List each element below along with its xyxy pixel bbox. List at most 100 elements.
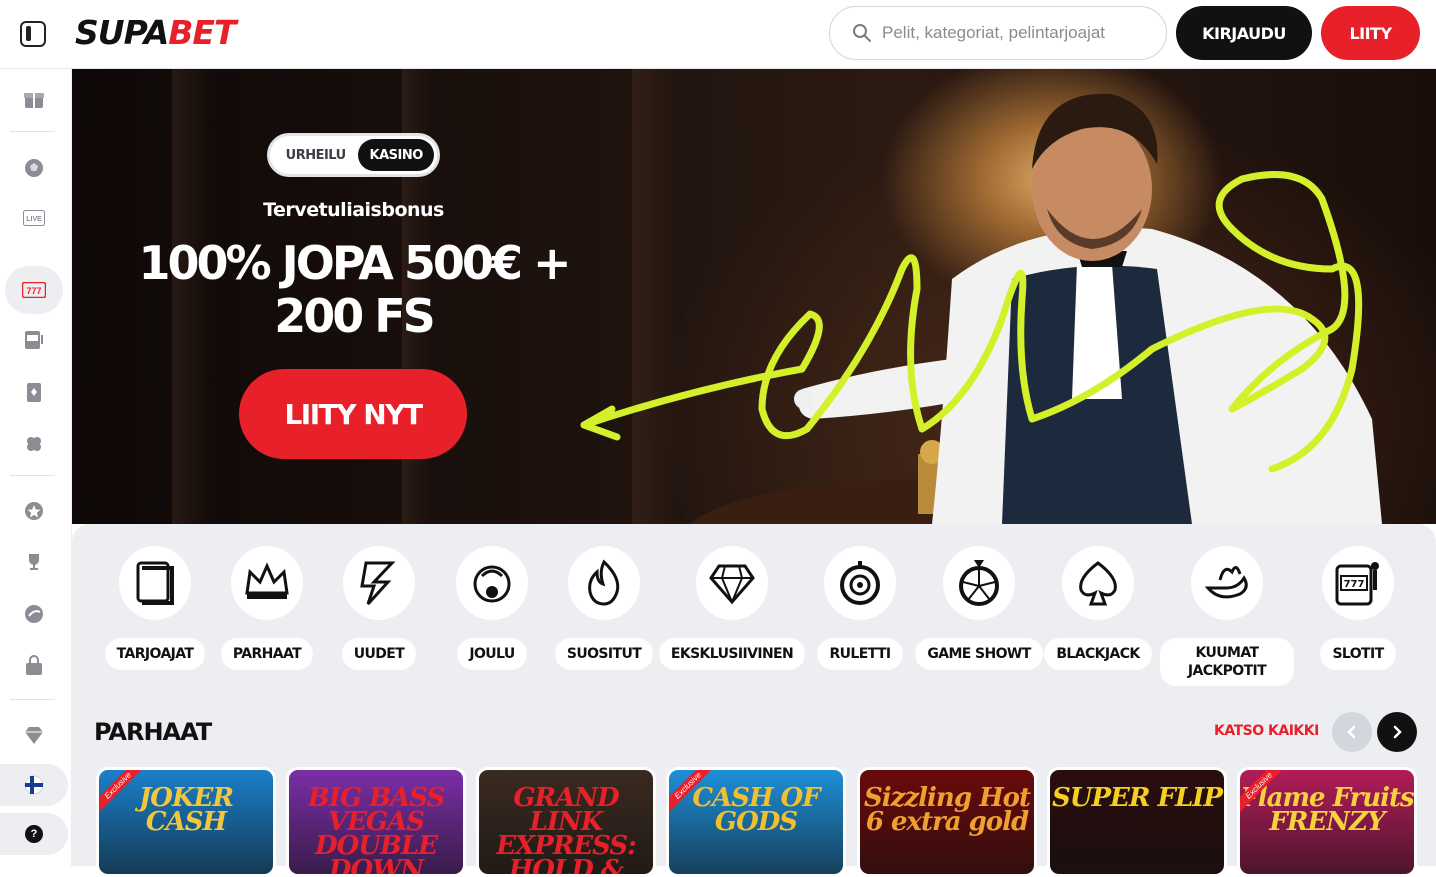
game-title: GRAND LINK EXPRESS: HOLD & WIN [496, 783, 637, 877]
category-blackjack[interactable]: BLACKJACK [1044, 546, 1152, 670]
category-label: KUUMAT JACKPOTIT [1160, 638, 1294, 686]
gift-icon [24, 93, 44, 108]
category-label: PARHAAT [220, 638, 314, 670]
slot-machine-icon [25, 331, 43, 349]
search-icon [853, 24, 871, 42]
game-title: JOKER CASH [139, 783, 234, 837]
sport-casino-toggle[interactable]: URHEILU KASINO [267, 133, 440, 177]
game-tile[interactable]: JOKER CASH Exclusive [96, 767, 276, 877]
logo-text-bet: BET [168, 13, 236, 52]
bonus-headline: 100% JOPA 500€ + 200 FS [122, 237, 585, 343]
crown-icon [245, 562, 289, 599]
toggle-casino[interactable]: KASINO [358, 139, 434, 171]
category-game-shows[interactable]: GAME SHOWT [915, 546, 1043, 670]
finland-flag-icon [24, 775, 44, 795]
flame-icon [588, 559, 620, 606]
bonus-line-1: 100% JOPA 500€ + [138, 236, 571, 290]
chevron-right-icon [1393, 725, 1402, 739]
carousel-prev-button[interactable] [1332, 712, 1372, 752]
category-label: SUOSITUT [554, 638, 654, 670]
soccer-ball-icon [25, 159, 43, 177]
join-now-button[interactable]: LIITY NYT [239, 369, 467, 459]
category-label: RULETTI [817, 638, 903, 670]
game-tile[interactable]: Flame Fruits FRENZY Exclusive [1237, 767, 1417, 877]
svg-text:777: 777 [26, 286, 41, 296]
category-new[interactable]: UUDET [334, 546, 424, 670]
category-providers[interactable]: TARJOAJAT [104, 546, 206, 670]
slot-machine-icon: 777 [1335, 562, 1379, 606]
category-hot-jackpots[interactable]: KUUMAT JACKPOTIT [1160, 546, 1294, 686]
sidebar-item-promotions[interactable] [5, 76, 63, 122]
category-label: BLACKJACK [1044, 638, 1152, 670]
bonus-line-2: 200 FS [274, 289, 436, 343]
category-christmas[interactable]: JOULU [447, 546, 537, 670]
playing-card-icon [27, 383, 41, 402]
book-icon [136, 561, 174, 605]
sidebar-item-vip[interactable] [5, 712, 63, 758]
game-tile[interactable]: SUPER FLIP [1047, 767, 1227, 877]
category-label: EKSKLUSIIVINEN [658, 638, 806, 670]
search-input[interactable] [882, 23, 1162, 43]
category-exclusive[interactable]: EKSKLUSIIVINEN [658, 546, 806, 670]
category-label: UUDET [341, 638, 417, 670]
logo-text-supa: SUPA [75, 13, 169, 52]
sidebar-item-rewards[interactable] [5, 591, 63, 637]
lightning-icon [360, 561, 396, 606]
sidebar-item-favorites[interactable] [5, 488, 63, 534]
game-tile[interactable]: GRAND LINK EXPRESS: HOLD & WIN [476, 767, 656, 877]
promo-icon [25, 605, 43, 623]
svg-text:LIVE: LIVE [26, 216, 42, 223]
live-icon: LIVE [23, 210, 45, 226]
category-roulette[interactable]: RULETTI [814, 546, 906, 670]
see-all-link[interactable]: KATSO KAIKKI [1214, 723, 1319, 739]
category-label: SLOTIT [1320, 638, 1396, 670]
sidebar-item-slots[interactable] [5, 317, 63, 363]
sidebar-item-lucky[interactable] [5, 421, 63, 467]
game-tile[interactable]: CASH OF GODS Exclusive [666, 767, 846, 877]
hero-banner: URHEILU KASINO Tervetuliaisbonus 100% JO… [72, 69, 1436, 524]
sidebar: LIVE 777 ? [0, 69, 72, 866]
carousel-next-button[interactable] [1377, 712, 1417, 752]
christmas-icon [473, 565, 511, 603]
clover-icon [27, 437, 41, 451]
search-box[interactable] [829, 6, 1167, 60]
login-button[interactable]: KIRJAUDU [1176, 6, 1312, 60]
content-area: TARJOAJAT PARHAAT UUDET JOULU SUOSITUT E… [72, 524, 1436, 877]
sidebar-item-sports[interactable] [5, 145, 63, 191]
diamond-icon [709, 564, 755, 605]
chevron-left-icon [1347, 725, 1356, 739]
diamond-icon [25, 727, 43, 744]
category-label: JOULU [457, 638, 527, 670]
svg-text:777: 777 [1344, 579, 1365, 590]
wheel-icon [959, 560, 999, 606]
chili-icon [1204, 566, 1248, 599]
sidebar-item-casino[interactable]: 777 [5, 266, 63, 314]
help-icon: ? [25, 825, 43, 843]
category-slots[interactable]: 777 SLOTIT [1312, 546, 1404, 670]
sidebar-item-shop[interactable] [5, 643, 63, 689]
category-best[interactable]: PARHAAT [220, 546, 314, 670]
join-button[interactable]: LIITY [1321, 6, 1420, 60]
game-title: SUPER FLIP [1052, 783, 1223, 813]
sidebar-item-live[interactable]: LIVE [5, 195, 63, 241]
roulette-icon [840, 561, 880, 605]
game-title: CASH OF GODS [692, 783, 820, 837]
language-selector[interactable] [0, 764, 68, 806]
game-title: BIG BASS VEGAS DOUBLE DOWN DELUXE [307, 783, 446, 877]
game-tile[interactable]: BIG BASS VEGAS DOUBLE DOWN DELUXE [286, 767, 466, 877]
category-bar: TARJOAJAT PARHAAT UUDET JOULU SUOSITUT E… [72, 524, 1436, 694]
logo[interactable]: SUPABET [75, 13, 236, 52]
shop-icon [26, 655, 42, 675]
sidebar-item-tournaments[interactable] [5, 539, 63, 585]
help-button[interactable]: ? [0, 813, 68, 855]
game-title: Sizzling Hot 6 extra gold [864, 783, 1031, 837]
game-tile[interactable]: Sizzling Hot 6 extra gold [857, 767, 1037, 877]
sidebar-item-cards[interactable] [5, 369, 63, 415]
category-label: TARJOAJAT [104, 638, 206, 670]
category-popular[interactable]: SUOSITUT [554, 546, 654, 670]
section-title: PARHAAT [94, 718, 212, 746]
toggle-sports[interactable]: URHEILU [273, 148, 358, 163]
spade-icon [1079, 561, 1117, 606]
sidebar-toggle-icon[interactable] [20, 21, 46, 47]
star-badge-icon [25, 502, 43, 520]
